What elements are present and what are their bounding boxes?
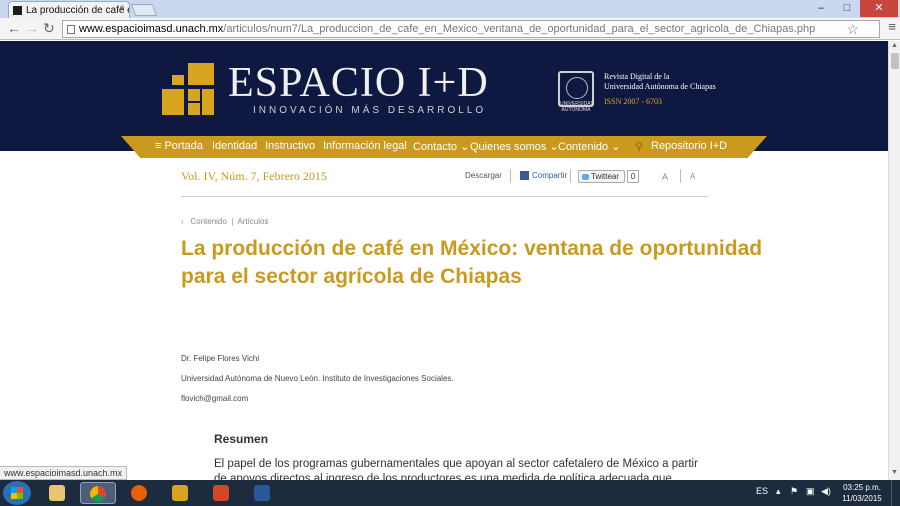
show-desktop-button[interactable]	[891, 480, 900, 506]
logo-subtitle: INNOVACIÓN MÁS DESARROLLO	[253, 105, 487, 116]
status-bar: www.espacioimasd.unach.mx	[0, 466, 128, 480]
author-email[interactable]: flovich@gmail.com	[181, 394, 248, 403]
page-icon	[67, 25, 75, 34]
maximize-button[interactable]: □	[834, 0, 860, 17]
nav-item-informacion-legal[interactable]: Información legal	[323, 140, 407, 152]
volume-icon[interactable]: ◀)	[821, 486, 831, 497]
divider	[510, 169, 511, 183]
facebook-icon[interactable]	[520, 171, 529, 180]
share-link[interactable]: Compartir	[532, 171, 567, 180]
tab-article[interactable]: La producción de café en ×	[8, 1, 130, 18]
url-host: www.espacioimasd.unach.mx	[79, 23, 224, 35]
nav-item-quienes-somos[interactable]: Quienes somos ⌄	[470, 140, 559, 153]
chevron-right-icon: ›	[181, 217, 184, 226]
reload-icon[interactable]: ↻	[43, 21, 55, 35]
logo-mark-icon	[162, 63, 214, 115]
journal-line-1: Revista Digital de la	[604, 72, 670, 81]
scroll-thumb[interactable]	[891, 53, 899, 69]
divider	[570, 169, 571, 183]
firefox-taskbar-icon[interactable]	[122, 482, 158, 504]
journal-name: Revista Digital de la Universidad Autóno…	[604, 72, 764, 92]
search-icon[interactable]: ⚲	[635, 140, 643, 153]
scroll-down-icon[interactable]: ▼	[891, 469, 898, 476]
article-title: La producción de café en México: ventana…	[181, 237, 763, 288]
nav-item-instructivo[interactable]: Instructivo	[265, 140, 315, 152]
divider	[680, 169, 681, 183]
browser-toolbar: ← → ↻ www.espacioimasd.unach.mx/articulo…	[0, 18, 900, 40]
clock-time: 03:25 p.m.	[843, 483, 881, 492]
abstract-text: El papel de los programas gubernamentale…	[214, 458, 698, 480]
bookmark-star-icon[interactable]: ☆	[846, 21, 859, 37]
back-arrow-icon[interactable]: ←	[7, 21, 21, 35]
breadcrumb-contenido[interactable]: Contenido	[190, 217, 226, 226]
tray-expand-icon[interactable]: ▴	[776, 486, 781, 497]
minimize-button[interactable]: –	[808, 0, 834, 17]
word-taskbar-icon[interactable]	[245, 482, 281, 504]
tab-title: La producción de café en	[26, 5, 130, 16]
author-affiliation: Universidad Autónoma de Nuevo León. Inst…	[181, 374, 454, 383]
issn-label: ISSN 2007 - 6703	[604, 97, 663, 106]
site-favicon-icon	[13, 6, 22, 15]
app-taskbar-icon[interactable]	[163, 482, 199, 504]
nav-item-portada[interactable]: ≡ Portada	[155, 140, 203, 152]
chrome-taskbar-icon[interactable]	[80, 482, 116, 504]
author-name: Dr. Felipe Flores Vichi	[181, 354, 260, 363]
font-decrease-button[interactable]: A	[690, 172, 695, 181]
breadcrumb-articulos[interactable]: Artículos	[237, 217, 268, 226]
download-link[interactable]: Descargar	[465, 171, 502, 180]
tweet-count: 0	[627, 170, 639, 183]
close-window-button[interactable]: ✕	[860, 0, 898, 17]
language-indicator[interactable]: ES	[756, 486, 768, 496]
tweet-button[interactable]: Twittear	[578, 170, 625, 183]
url-path: /articulos/num7/La_produccion_de_cafe_en…	[223, 23, 816, 35]
tab-close-icon[interactable]: ×	[119, 4, 125, 15]
main-nav: ≡ Portada Identidad Instructivo Informac…	[121, 136, 767, 158]
university-seal-icon: UNIVERSIDAD AUTÓNOMA	[558, 71, 594, 113]
scroll-up-icon[interactable]: ▲	[891, 42, 898, 49]
forward-arrow-icon[interactable]: →	[25, 21, 39, 35]
logo-title[interactable]: ESPACIO I+D	[228, 59, 489, 107]
abstract-heading: Resumen	[214, 432, 269, 446]
browser-menu-icon[interactable]: ≡	[888, 19, 896, 34]
site-header: ESPACIO I+D INNOVACIÓN MÁS DESARROLLO UN…	[0, 41, 888, 151]
breadcrumb: › Contenido | Artículos	[181, 217, 269, 226]
journal-line-2: Universidad Autónoma de Chiapas	[604, 82, 716, 91]
clock-date: 11/03/2015	[842, 494, 882, 503]
vertical-scrollbar[interactable]: ▲ ▼	[888, 41, 900, 480]
powerpoint-taskbar-icon[interactable]	[204, 482, 240, 504]
network-icon[interactable]: ▣	[806, 486, 815, 497]
start-button[interactable]	[3, 481, 31, 505]
header-rule	[181, 196, 708, 197]
font-increase-button[interactable]: A	[662, 172, 668, 182]
nav-item-contacto[interactable]: Contacto ⌄	[413, 140, 469, 153]
nav-item-identidad[interactable]: Identidad	[212, 140, 257, 152]
nav-item-contenido[interactable]: Contenido ⌄	[558, 140, 620, 153]
new-tab-button[interactable]	[130, 4, 158, 16]
volume-label: Vol. IV, Núm. 7, Febrero 2015	[181, 169, 327, 183]
page-viewport: ESPACIO I+D INNOVACIÓN MÁS DESARROLLO UN…	[0, 41, 888, 480]
address-bar[interactable]: www.espacioimasd.unach.mx/articulos/num7…	[62, 20, 880, 38]
flag-icon[interactable]: ⚑	[790, 486, 798, 497]
clock[interactable]: 03:25 p.m. 11/03/2015	[838, 482, 886, 504]
taskbar: ES ▴ ⚑ ▣ ◀) 03:25 p.m. 11/03/2015	[0, 480, 900, 506]
explorer-taskbar-icon[interactable]	[40, 482, 76, 504]
nav-item-repositorio[interactable]: Repositorio I+D	[651, 140, 727, 152]
